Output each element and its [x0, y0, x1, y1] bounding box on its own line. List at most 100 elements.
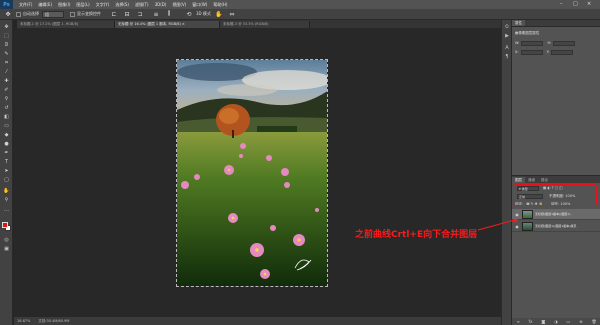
options-bar: ✥ 自动选择 组 显示变换控件 ⊏ ⊟ ⊐ ≡ ⫼ ⟲ 3D 模式 ✋ ⇔ [0, 9, 600, 20]
properties-title-text: 像素图层属性 [518, 30, 540, 35]
w-label: W: [515, 41, 520, 45]
brush-icon[interactable]: ✐ [2, 86, 11, 93]
properties-title: ▦ 像素图层属性 [515, 30, 539, 36]
foreground-color-swatch[interactable] [2, 222, 8, 228]
show-transform-checkbox[interactable] [70, 11, 75, 17]
tab-document-1[interactable]: 未标题-1 @ 17.2% (图层 1, RGB/8) [17, 21, 115, 28]
menu-edit[interactable]: 编辑(E) [38, 2, 52, 8]
3d-rotate-icon[interactable]: ⟲ [184, 10, 194, 19]
menu-select[interactable]: 选择(S) [115, 2, 129, 8]
auto-select-checkbox[interactable] [16, 11, 21, 17]
more-tools-icon[interactable]: … [2, 206, 11, 213]
align-left-icon[interactable]: ⊏ [109, 10, 119, 19]
quick-select-icon[interactable]: ✎ [2, 50, 11, 57]
tab-paths[interactable]: 路径 [538, 177, 551, 183]
layer-style-icon[interactable]: fx [529, 319, 533, 324]
pen-icon[interactable]: ✒ [2, 149, 11, 156]
healing-brush-icon[interactable]: ✚ [2, 77, 11, 84]
menu-filter[interactable]: 滤镜(T) [135, 2, 149, 8]
history-icon[interactable]: ⏲ [503, 23, 511, 30]
maximize-button[interactable]: □ [573, 1, 578, 7]
annotation-highlight-box [513, 184, 597, 206]
close-button[interactable]: × [587, 1, 591, 7]
x-label: X: [515, 50, 519, 54]
tab-properties[interactable]: 属性 [512, 20, 525, 26]
actions-icon[interactable]: ▶ [503, 32, 511, 39]
properties-wh-row: W: H: [515, 40, 576, 46]
hand-icon[interactable]: ✋ [2, 187, 11, 194]
menu-file[interactable]: 文件(F) [19, 2, 32, 8]
panel-icon-strip: ⏲ ▶ A ¶ [501, 20, 511, 325]
mode-3d-label: 3D 模式 [196, 11, 211, 16]
move-icon[interactable]: ✥ [2, 23, 11, 30]
layer-name[interactable]: 无标题(图层1)(图层1副本)拷贝 [535, 224, 577, 228]
eyedropper-icon[interactable]: ⁄ [2, 68, 11, 75]
move-tool-icon[interactable]: ✥ [3, 10, 13, 19]
menu-image[interactable]: 图像(I) [58, 2, 70, 8]
tab-document-2[interactable]: 无标题 @ 16.4% (图层 1 副本, RGB/8) × [115, 21, 220, 28]
new-group-icon[interactable]: ▭ [567, 319, 571, 324]
eraser-icon[interactable]: ◧ [2, 113, 11, 120]
marquee-icon[interactable]: ⬚ [2, 32, 11, 39]
properties-header: 属性 [512, 20, 600, 27]
tools-panel: ✥ ⬚ ᘐ ✎ ⌗ ⁄ ✚ ✐ ⚲ ↺ ◧ ▭ ◆ ● ✒ T ➤ ▢ ✋ ⚲ … [0, 20, 13, 325]
menu-help[interactable]: 帮助(H) [213, 2, 227, 8]
gradient-icon[interactable]: ▭ [2, 122, 11, 129]
annotation-arrow [477, 218, 519, 231]
shape-icon[interactable]: ▢ [2, 176, 11, 183]
add-mask-icon[interactable]: ◙ [541, 319, 545, 324]
y-label: Y: [546, 50, 550, 54]
type-icon[interactable]: T [2, 158, 11, 165]
annotation-text: 之前曲线Crtl+E向下合并图层 [355, 230, 478, 240]
layers-footer: ∞ fx ◙ ◑ ▭ ⊕ 🗑 [512, 318, 600, 325]
zoom-icon[interactable]: ⚲ [2, 196, 11, 203]
menu-window[interactable]: 窗口(W) [192, 2, 207, 8]
3d-pan-icon[interactable]: ✋ [214, 10, 224, 19]
history-brush-icon[interactable]: ↺ [2, 104, 11, 111]
3d-slide-icon[interactable]: ⇔ [227, 10, 237, 19]
align-center-icon[interactable]: ⊟ [122, 10, 132, 19]
character-icon[interactable]: A [503, 44, 511, 51]
layers-tabs: 图层 通道 路径 [512, 176, 600, 183]
screen-mode-icon[interactable]: ▣ [2, 245, 11, 252]
tab-document-3[interactable]: 未标题-3 @ 33.3% (RGB/8) [220, 21, 310, 28]
menu-view[interactable]: 视图(V) [172, 2, 186, 8]
x-field[interactable] [520, 49, 543, 55]
layer-name[interactable]: 无标题(图层1副本)(图层1) [535, 212, 571, 216]
menu-layer[interactable]: 图层(L) [76, 2, 89, 8]
y-field[interactable] [551, 49, 574, 55]
auto-select-dropdown[interactable]: 组 [42, 10, 64, 18]
document-info: 文档:30.4M/60.9M [38, 318, 70, 323]
dodge-icon[interactable]: ● [2, 140, 11, 147]
document-tabs: 未标题-1 @ 17.2% (图层 1, RGB/8) 无标题 @ 16.4% … [17, 20, 501, 28]
menu-bar: Ps 文件(F) 编辑(E) 图像(I) 图层(L) 文字(Y) 选择(S) 滤… [0, 0, 600, 9]
blur-icon[interactable]: ◆ [2, 131, 11, 138]
link-layers-icon[interactable]: ∞ [516, 319, 519, 324]
menu-3d[interactable]: 3D(D) [155, 2, 167, 7]
menu-type[interactable]: 文字(Y) [96, 2, 110, 8]
clone-stamp-icon[interactable]: ⚲ [2, 95, 11, 102]
adjustment-layer-icon[interactable]: ◑ [554, 319, 558, 324]
crop-icon[interactable]: ⌗ [2, 59, 11, 66]
distribute-icon[interactable]: ≡ [151, 10, 161, 19]
width-field[interactable] [521, 40, 544, 46]
tab-layers[interactable]: 图层 [512, 177, 525, 183]
new-layer-icon[interactable]: ⊕ [579, 319, 582, 324]
document-canvas[interactable] [176, 59, 328, 287]
delete-layer-icon[interactable]: 🗑 [591, 319, 596, 324]
zoom-level[interactable]: 16.67% [17, 319, 30, 323]
h-label: H: [547, 41, 552, 45]
properties-xy-row: X: Y: [515, 49, 574, 55]
tab-channels[interactable]: 通道 [525, 177, 538, 183]
height-field[interactable] [553, 40, 576, 46]
path-select-icon[interactable]: ➤ [2, 167, 11, 174]
auto-select-label: 自动选择 [23, 11, 39, 16]
quick-mask-icon[interactable]: ◎ [2, 236, 11, 243]
minimize-button[interactable]: – [560, 1, 563, 7]
paragraph-icon[interactable]: ¶ [503, 53, 511, 60]
distribute-vertical-icon[interactable]: ⫼ [164, 10, 174, 19]
lasso-icon[interactable]: ᘐ [2, 41, 11, 48]
landscape-photo [177, 60, 327, 286]
align-right-icon[interactable]: ⊐ [135, 10, 145, 19]
right-panel: 属性 ▦ 像素图层属性 W: H: X: Y: 图层 通道 路径 P 类型 ▦ … [511, 20, 600, 325]
